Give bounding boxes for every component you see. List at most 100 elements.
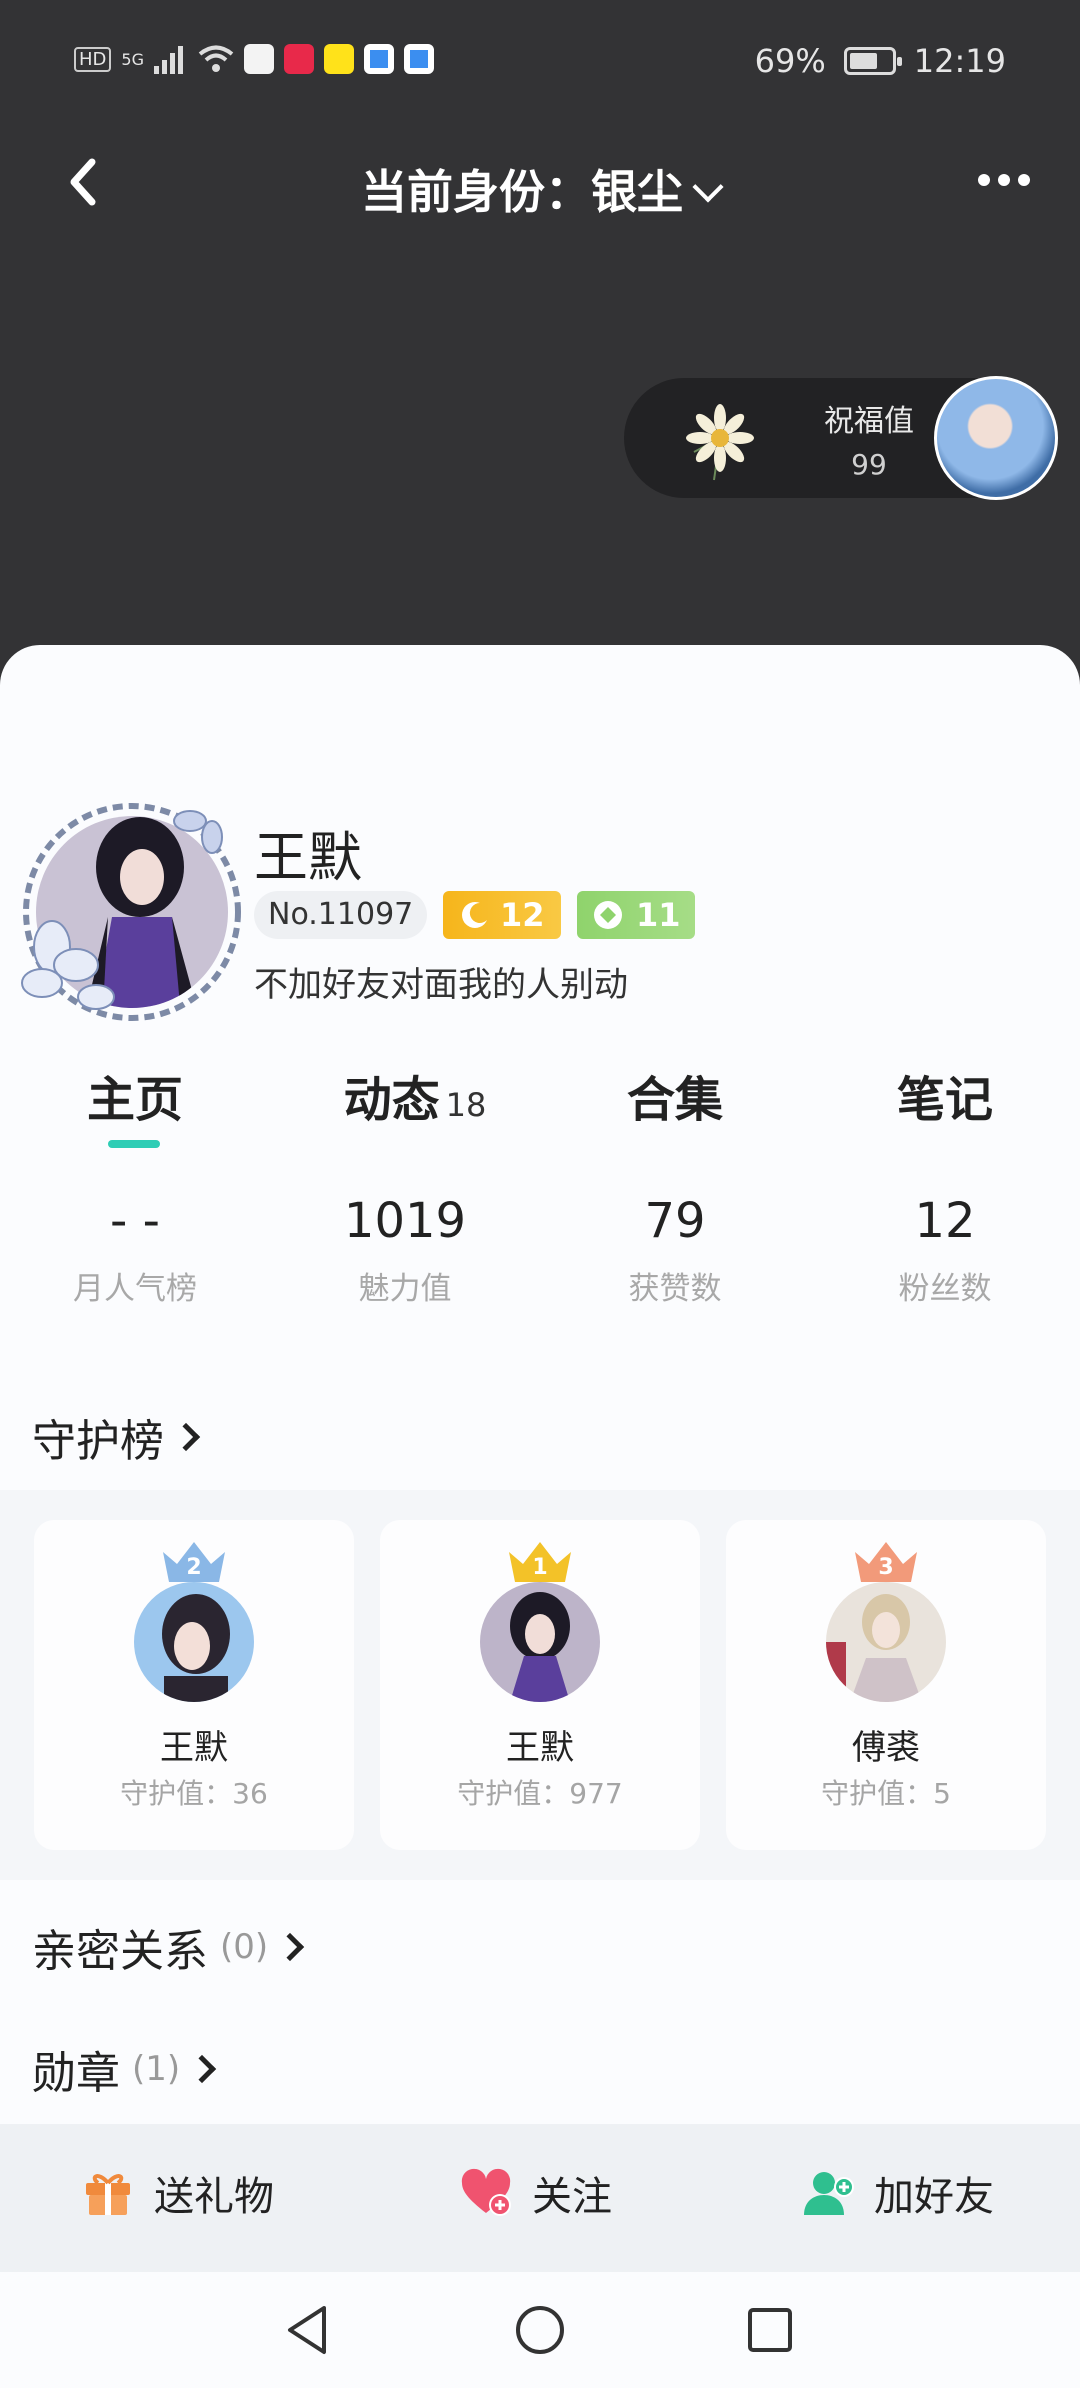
- stat-value: - -: [110, 1193, 160, 1249]
- tab-label: 笔记: [896, 1072, 993, 1128]
- section-title: 守护榜: [32, 1416, 164, 1467]
- section-title: 勋章: [32, 2048, 120, 2099]
- nav-recents-icon[interactable]: [742, 2302, 798, 2358]
- stat-likes[interactable]: 79 获赞数: [540, 1193, 810, 1308]
- guardian-name: 王默: [506, 1728, 574, 1768]
- chevron-right-icon: [276, 1932, 305, 1962]
- network-label: 5G: [121, 49, 144, 69]
- add-friend-label: 加好友: [874, 2174, 994, 2220]
- blessing-value: 99: [851, 448, 887, 481]
- guardian-list: 2 王默 守护值：36 1 王默 守护值：977 3 傅裘 守护值：5: [0, 1490, 1080, 1880]
- follow-label: 关注: [532, 2174, 612, 2220]
- battery-percent: 69%: [754, 42, 826, 80]
- follow-button[interactable]: 关注: [458, 2164, 612, 2222]
- heart-plus-icon: [461, 2168, 511, 2216]
- stat-value: 12: [914, 1193, 976, 1249]
- section-count: (1): [132, 2049, 181, 2089]
- guardian-value: 守护值：5: [821, 1777, 951, 1810]
- send-gift-button[interactable]: 送礼物: [80, 2164, 274, 2222]
- guardian-value: 守护值：36: [120, 1777, 268, 1810]
- moon-icon: [461, 902, 487, 928]
- medals-header[interactable]: 勋章 (1): [32, 2037, 217, 2101]
- tab-label: 合集: [626, 1072, 723, 1128]
- diamond-level: 11: [635, 896, 681, 934]
- guardian-name: 傅裘: [852, 1728, 920, 1768]
- nav-home-icon[interactable]: [512, 2302, 568, 2358]
- active-tab-indicator: [108, 1140, 160, 1148]
- guardian-card-rank-2[interactable]: 2 王默 守护值：36: [34, 1520, 354, 1850]
- tab-notes[interactable]: 笔记: [845, 1060, 1045, 1130]
- stat-label: 魅力值: [358, 1271, 452, 1307]
- gift-icon: [86, 2174, 130, 2215]
- wifi-icon: [198, 45, 234, 72]
- app-notification-icon: [363, 44, 394, 74]
- tab-count: 18: [445, 1086, 487, 1124]
- stat-label: 月人气榜: [73, 1271, 197, 1307]
- crown-rank-2-icon: 2: [163, 1542, 225, 1582]
- top-header: 当前身份：银尘: [0, 130, 1080, 240]
- tab-label: 动态: [343, 1072, 440, 1128]
- crown-rank-3-icon: 3: [855, 1542, 917, 1582]
- section-title: 亲密关系: [32, 1926, 208, 1977]
- diamond-level-badge[interactable]: 11: [577, 891, 696, 939]
- profile-tabs: 主页 动态 18 合集 笔记: [0, 1060, 1080, 1170]
- identity-switcher[interactable]: 当前身份：银尘: [0, 156, 1080, 222]
- tab-moments[interactable]: 动态 18: [305, 1060, 525, 1130]
- avatar[interactable]: [12, 797, 252, 1027]
- guardian-card-rank-3[interactable]: 3 傅裘 守护值：5: [726, 1520, 1046, 1850]
- status-left: HD 5G: [74, 44, 434, 74]
- chevron-right-icon: [171, 1422, 201, 1452]
- profile-name: 王默: [254, 826, 362, 889]
- bottom-action-bar: 送礼物 关注 加好友: [0, 2124, 1080, 2272]
- chevron-right-icon: [188, 2054, 217, 2084]
- guardian-value: 守护值：977: [457, 1777, 623, 1810]
- add-friend-icon: [804, 2172, 854, 2215]
- guardian-list-header[interactable]: 守护榜: [32, 1405, 201, 1469]
- badge-row: No.11097 12 11: [254, 891, 696, 939]
- app-notification-icon: [283, 44, 314, 74]
- nav-back-icon[interactable]: [280, 2302, 336, 2358]
- blessing-value-pill[interactable]: 祝福值 99: [624, 376, 1058, 500]
- avatar: [480, 1582, 600, 1702]
- status-bar: HD 5G 69% 12:19: [0, 0, 1080, 120]
- user-number-badge: No.11097: [254, 891, 428, 939]
- page-title: 当前身份：银尘: [361, 165, 683, 219]
- stat-fans[interactable]: 12 粉丝数: [810, 1193, 1080, 1308]
- crown-rank: 1: [532, 1555, 547, 1580]
- add-friend-button[interactable]: 加好友: [800, 2164, 994, 2222]
- profile-card: 王默 No.11097 12 11 不加好友对面我的人别动 主页 动态 18 合集…: [0, 645, 1080, 2125]
- hd-label: HD: [74, 46, 112, 72]
- diamond-icon: [593, 901, 622, 929]
- crown-rank-1-icon: 1: [509, 1542, 571, 1582]
- signal-icon: [153, 46, 183, 74]
- tab-collections[interactable]: 合集: [575, 1060, 775, 1130]
- more-icon[interactable]: [978, 174, 1030, 186]
- tab-home[interactable]: 主页: [35, 1060, 235, 1130]
- app-notification-icon: [323, 44, 354, 74]
- battery-icon: [843, 47, 902, 75]
- chevron-down-icon: [692, 171, 724, 203]
- system-nav-bar: [0, 2272, 1080, 2388]
- status-right: 69% 12:19: [755, 42, 1006, 80]
- crown-rank: 3: [878, 1555, 893, 1580]
- send-gift-label: 送礼物: [154, 2174, 274, 2220]
- moon-level: 12: [499, 896, 545, 934]
- stat-charm[interactable]: 1019 魅力值: [270, 1193, 540, 1308]
- stat-label: 粉丝数: [898, 1271, 992, 1307]
- intimate-relations-header[interactable]: 亲密关系 (0): [32, 1915, 305, 1979]
- avatar[interactable]: [934, 376, 1058, 500]
- stat-monthly-popularity[interactable]: - - 月人气榜: [0, 1193, 270, 1308]
- section-count: (0): [220, 1927, 269, 1967]
- app-notification-icon: [243, 44, 274, 74]
- moon-level-badge[interactable]: 12: [443, 891, 562, 939]
- blessing-label: 祝福值: [824, 404, 914, 439]
- profile-bio: 不加好友对面我的人别动: [254, 965, 628, 1005]
- stat-value: 1019: [343, 1193, 467, 1249]
- guardian-name: 王默: [160, 1728, 228, 1768]
- stat-label: 获赞数: [628, 1271, 722, 1307]
- flower-icon: [686, 404, 754, 481]
- guardian-card-rank-1[interactable]: 1 王默 守护值：977: [380, 1520, 700, 1850]
- tab-label: 主页: [86, 1072, 183, 1128]
- stat-value: 79: [644, 1193, 706, 1249]
- crown-rank: 2: [186, 1555, 201, 1580]
